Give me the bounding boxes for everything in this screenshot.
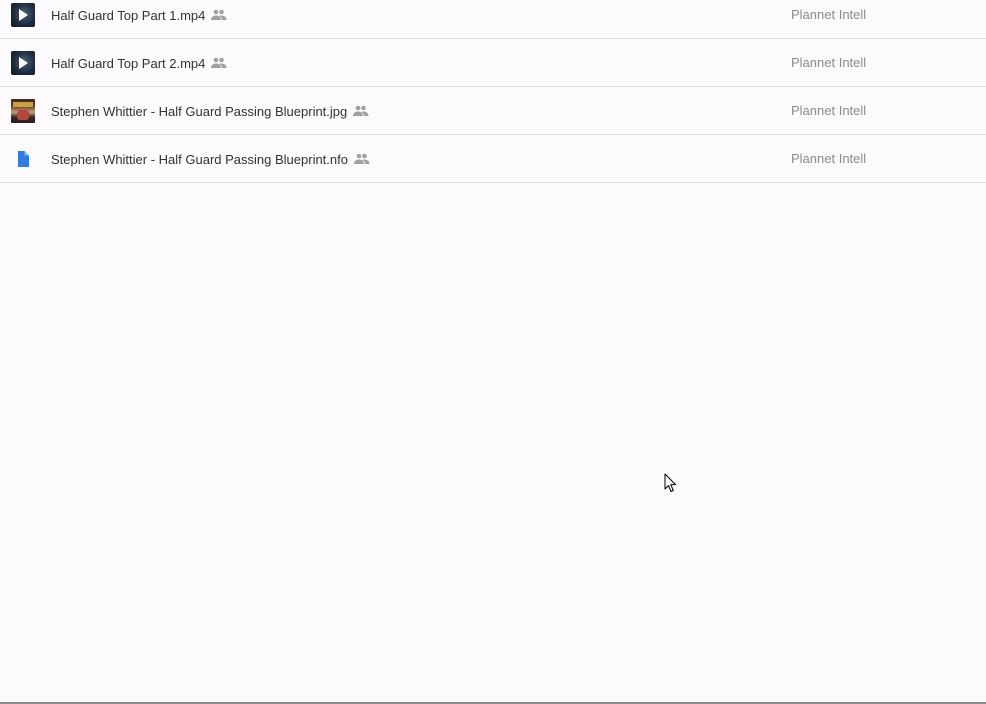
file-name: Stephen Whittier - Half Guard Passing Bl… <box>51 104 348 119</box>
document-icon <box>11 147 35 171</box>
file-list: Half Guard Top Part 1.mp4 Plannet Intell… <box>0 0 986 183</box>
mouse-pointer-icon <box>664 473 678 493</box>
file-name-cell: Stephen Whittier - Half Guard Passing Bl… <box>51 104 369 120</box>
file-name: Half Guard Top Part 1.mp4 <box>51 8 206 23</box>
people-icon <box>353 105 369 117</box>
file-name-cell: Half Guard Top Part 2.mp4 <box>51 56 227 72</box>
video-play-icon <box>11 51 35 75</box>
file-name: Stephen Whittier - Half Guard Passing Bl… <box>51 152 348 167</box>
owner-name: Plannet Intell <box>791 7 867 22</box>
file-row[interactable]: Half Guard Top Part 1.mp4 Plannet Intell <box>0 0 986 39</box>
owner-name: Plannet Intell <box>791 55 867 70</box>
file-row[interactable]: Stephen Whittier - Half Guard Passing Bl… <box>0 135 986 183</box>
file-name-cell: Half Guard Top Part 1.mp4 <box>51 8 227 24</box>
file-browser-page: Half Guard Top Part 1.mp4 Plannet Intell… <box>0 0 986 704</box>
people-icon <box>211 9 227 21</box>
file-row[interactable]: Half Guard Top Part 2.mp4 Plannet Intell <box>0 39 986 87</box>
file-name-cell: Stephen Whittier - Half Guard Passing Bl… <box>51 152 370 168</box>
people-icon <box>211 57 227 69</box>
owner-name: Plannet Intell <box>791 103 867 118</box>
file-row[interactable]: Stephen Whittier - Half Guard Passing Bl… <box>0 87 986 135</box>
owner-name: Plannet Intell <box>791 151 867 166</box>
people-icon <box>353 153 370 165</box>
image-thumbnail-icon <box>11 99 35 123</box>
video-play-icon <box>11 3 35 27</box>
file-name: Half Guard Top Part 2.mp4 <box>51 56 206 71</box>
